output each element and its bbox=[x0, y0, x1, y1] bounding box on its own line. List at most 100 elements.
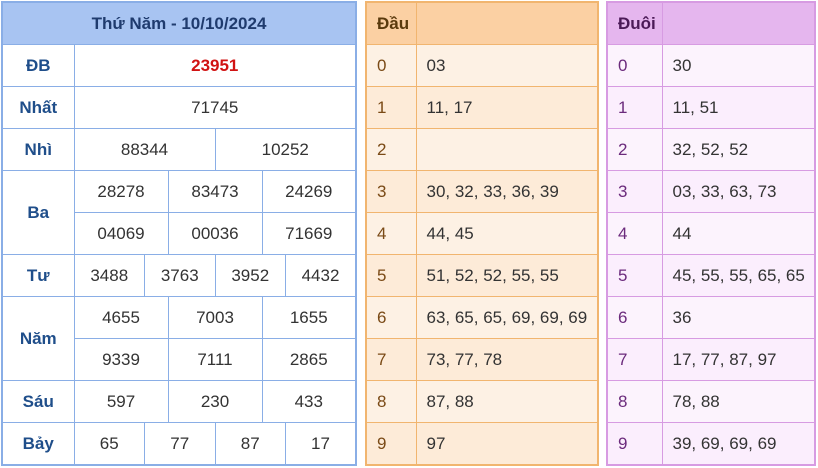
prize-label: Ba bbox=[1, 170, 75, 255]
tail-key: 2 bbox=[606, 128, 663, 171]
head-values: 51, 52, 52, 55, 55 bbox=[415, 254, 599, 297]
tail-values: 45, 55, 55, 65, 65 bbox=[661, 254, 816, 297]
prize-value: 4655 bbox=[73, 296, 169, 339]
prize-value: 597 bbox=[73, 380, 169, 423]
head-key: 2 bbox=[365, 128, 417, 171]
prize-value: 2865 bbox=[261, 338, 357, 381]
head-row: 6 63, 65, 65, 69, 69, 69 bbox=[365, 296, 599, 339]
prize-value: 9339 bbox=[73, 338, 169, 381]
results-title: Thứ Năm - 10/10/2024 bbox=[1, 1, 357, 45]
prize-label: Sáu bbox=[1, 380, 75, 423]
head-row: 4 44, 45 bbox=[365, 212, 599, 255]
tail-key: 3 bbox=[606, 170, 663, 213]
tail-key: 8 bbox=[606, 380, 663, 423]
prize-value: 88344 bbox=[73, 128, 216, 171]
tail-row: 9 39, 69, 69, 69 bbox=[606, 422, 816, 466]
head-values: 97 bbox=[415, 422, 599, 466]
head-values bbox=[415, 128, 599, 171]
prize-value: 4432 bbox=[285, 254, 357, 297]
special-prize-value: 23951 bbox=[73, 44, 357, 87]
tail-values: 44 bbox=[661, 212, 816, 255]
prize-value: 433 bbox=[261, 380, 357, 423]
tail-key: 4 bbox=[606, 212, 663, 255]
prize-label: Năm bbox=[1, 296, 75, 381]
tail-values: 17, 77, 87, 97 bbox=[661, 338, 816, 381]
head-key: 5 bbox=[365, 254, 417, 297]
prize-row-nhat: Nhất 71745 bbox=[1, 86, 357, 129]
prize-value: 7111 bbox=[167, 338, 263, 381]
head-row: 5 51, 52, 52, 55, 55 bbox=[365, 254, 599, 297]
tail-values: 11, 51 bbox=[661, 86, 816, 129]
prize-label: Nhì bbox=[1, 128, 75, 171]
tail-values: 32, 52, 52 bbox=[661, 128, 816, 171]
prize-value: 1655 bbox=[261, 296, 357, 339]
head-row: 7 73, 77, 78 bbox=[365, 338, 599, 381]
head-key: 9 bbox=[365, 422, 417, 466]
prize-value: 04069 bbox=[73, 212, 169, 255]
tail-row: 0 30 bbox=[606, 44, 816, 87]
head-key: 0 bbox=[365, 44, 417, 87]
head-key: 8 bbox=[365, 380, 417, 423]
tail-key: 1 bbox=[606, 86, 663, 129]
tail-key: 0 bbox=[606, 44, 663, 87]
prize-row-sau: Sáu 597 230 433 bbox=[1, 380, 357, 423]
prize-value: 230 bbox=[167, 380, 263, 423]
tail-values: 03, 33, 63, 73 bbox=[661, 170, 816, 213]
tail-values: 39, 69, 69, 69 bbox=[661, 422, 816, 466]
head-title: Đầu bbox=[365, 1, 417, 45]
prize-value: 17 bbox=[285, 422, 357, 466]
tail-row: 8 78, 88 bbox=[606, 380, 816, 423]
head-row: 0 03 bbox=[365, 44, 599, 87]
head-table: Đầu 0 03 1 11, 17 2 3 30, 32, 33, 36, 39 44… bbox=[365, 1, 599, 466]
tail-title: Đuôi bbox=[606, 1, 663, 45]
tail-values: 30 bbox=[661, 44, 816, 87]
tail-row: 4 44 bbox=[606, 212, 816, 255]
prize-value: 24269 bbox=[261, 170, 357, 213]
results-table: Thứ Năm - 10/10/2024 ĐB 23951 Nhất 71745… bbox=[1, 1, 357, 466]
tail-key: 9 bbox=[606, 422, 663, 466]
prize-value: 77 bbox=[144, 422, 216, 466]
head-key: 1 bbox=[365, 86, 417, 129]
tail-table: Đuôi 0 30 1 11, 51 2 32, 52, 52 3 03, 33, 63… bbox=[606, 1, 816, 466]
prize-row-db: ĐB 23951 bbox=[1, 44, 357, 87]
head-values: 03 bbox=[415, 44, 599, 87]
head-row: 9 97 bbox=[365, 422, 599, 466]
tail-key: 5 bbox=[606, 254, 663, 297]
prize-value: 71745 bbox=[73, 86, 357, 129]
prize-value: 3763 bbox=[144, 254, 216, 297]
prize-value: 71669 bbox=[261, 212, 357, 255]
head-values: 87, 88 bbox=[415, 380, 599, 423]
tail-row: 3 03, 33, 63, 73 bbox=[606, 170, 816, 213]
prize-value: 10252 bbox=[214, 128, 357, 171]
head-row: 1 11, 17 bbox=[365, 86, 599, 129]
prize-row-ba: Ba 28278 83473 24269 bbox=[1, 170, 357, 255]
tail-row: 5 45, 55, 55, 65, 65 bbox=[606, 254, 816, 297]
head-key: 4 bbox=[365, 212, 417, 255]
tail-row: 6 36 bbox=[606, 296, 816, 339]
prize-label: Nhất bbox=[1, 86, 75, 129]
prize-value: 00036 bbox=[167, 212, 263, 255]
tail-row: 2 32, 52, 52 bbox=[606, 128, 816, 171]
tail-values: 36 bbox=[661, 296, 816, 339]
prize-value: 87 bbox=[214, 422, 286, 466]
head-values: 73, 77, 78 bbox=[415, 338, 599, 381]
head-row: 3 30, 32, 33, 36, 39 bbox=[365, 170, 599, 213]
head-values: 11, 17 bbox=[415, 86, 599, 129]
head-row: 8 87, 88 bbox=[365, 380, 599, 423]
prize-label: Bảy bbox=[1, 422, 75, 466]
head-values: 63, 65, 65, 69, 69, 69 bbox=[415, 296, 599, 339]
head-title-blank bbox=[415, 1, 599, 45]
prize-value: 65 bbox=[73, 422, 145, 466]
prize-value: 28278 bbox=[73, 170, 169, 213]
head-key: 6 bbox=[365, 296, 417, 339]
tail-row: 7 17, 77, 87, 97 bbox=[606, 338, 816, 381]
prize-row-nam: Năm 4655 7003 1655 bbox=[1, 296, 357, 381]
prize-row-bay: Bảy 65 77 87 17 bbox=[1, 422, 357, 466]
tail-title-blank bbox=[661, 1, 816, 45]
tail-row: 1 11, 51 bbox=[606, 86, 816, 129]
prize-label: ĐB bbox=[1, 44, 75, 87]
prize-value: 3952 bbox=[214, 254, 286, 297]
tail-key: 7 bbox=[606, 338, 663, 381]
prize-label: Tư bbox=[1, 254, 75, 297]
head-row: 2 bbox=[365, 128, 599, 171]
